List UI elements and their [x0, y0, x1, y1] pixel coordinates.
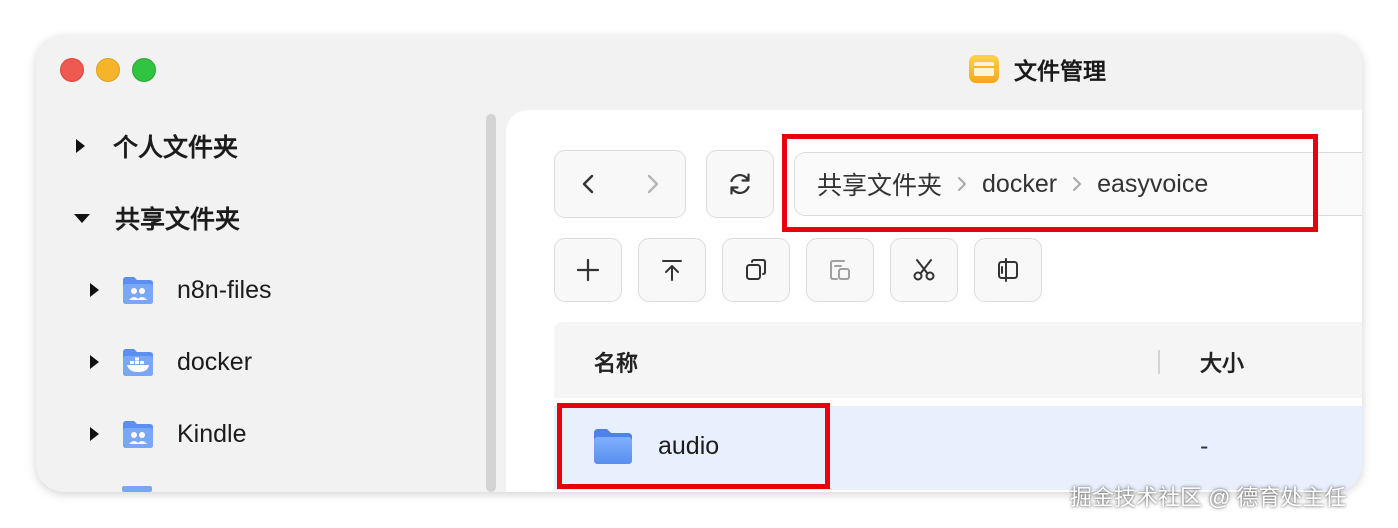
- paste-icon: [830, 260, 850, 280]
- chevron-right-icon: [647, 174, 658, 194]
- file-manager-app-icon: [969, 55, 999, 83]
- window-title: 文件管理: [968, 53, 1106, 85]
- shared-folder-icon: [123, 421, 153, 448]
- paste-button[interactable]: [806, 238, 874, 302]
- sidebar-scrollbar[interactable]: [486, 114, 496, 492]
- add-icon: [576, 258, 600, 282]
- sidebar-item-label: 共享文件夹: [115, 206, 241, 234]
- table-row[interactable]: audio -: [554, 406, 1362, 490]
- breadcrumb-separator-icon: [942, 175, 982, 193]
- file-size: -: [1200, 432, 1209, 460]
- file-name[interactable]: audio: [658, 432, 719, 461]
- copy-button[interactable]: [722, 238, 790, 302]
- cut-button[interactable]: [890, 238, 958, 302]
- refresh-button[interactable]: [706, 150, 774, 218]
- sidebar-item-personal[interactable]: 个人文件夹: [76, 126, 238, 166]
- minimize-window-button[interactable]: [96, 58, 120, 82]
- file-manager-window: 文件管理 个人文件夹 共享文件夹 n8n-files docker Kindle…: [36, 36, 1362, 492]
- maximize-window-button[interactable]: [132, 58, 156, 82]
- breadcrumb-item[interactable]: docker: [982, 170, 1057, 199]
- upload-icon: [662, 260, 682, 281]
- breadcrumb-item[interactable]: 共享文件夹: [817, 166, 942, 202]
- sidebar-item-label: docker: [177, 347, 253, 376]
- breadcrumb-separator-icon: [1057, 175, 1097, 193]
- main-panel: 共享文件夹 docker easyvoice 名称 大小 audio -: [506, 110, 1362, 492]
- new-button[interactable]: [554, 238, 622, 302]
- sidebar-item-label: Kindle: [177, 419, 247, 448]
- move-icon: [998, 258, 1018, 282]
- back-button[interactable]: [555, 151, 620, 217]
- shared-folder-icon: [123, 277, 153, 304]
- move-button[interactable]: [974, 238, 1042, 302]
- chevron-left-icon: [582, 174, 593, 194]
- sidebar-item-docker[interactable]: docker: [90, 342, 252, 382]
- expand-caret-icon[interactable]: [90, 355, 99, 369]
- watermark-text: 掘金技术社区 @ 德育处主任: [1070, 485, 1347, 510]
- sidebar-item-n8n-files[interactable]: n8n-files: [90, 270, 272, 310]
- collapse-caret-icon[interactable]: [74, 213, 90, 223]
- expand-caret-icon[interactable]: [90, 283, 99, 297]
- upload-button[interactable]: [638, 238, 706, 302]
- sidebar-item-label: 个人文件夹: [113, 134, 239, 162]
- file-table-header: 名称 大小: [554, 322, 1362, 398]
- docker-folder-icon: [123, 349, 153, 376]
- forward-button[interactable]: [620, 151, 685, 217]
- close-window-button[interactable]: [60, 58, 84, 82]
- expand-caret-icon[interactable]: [76, 139, 85, 153]
- column-resize-handle[interactable]: [1158, 350, 1160, 374]
- sidebar-item-shared[interactable]: 共享文件夹: [74, 198, 240, 238]
- refresh-icon: [730, 173, 750, 195]
- breadcrumb-item-current[interactable]: easyvoice: [1097, 170, 1208, 199]
- column-header-size[interactable]: 大小: [1200, 346, 1244, 378]
- copy-icon: [746, 259, 766, 280]
- breadcrumb: 共享文件夹 docker easyvoice: [794, 152, 1362, 216]
- sidebar: 个人文件夹 共享文件夹 n8n-files docker Kindle: [36, 108, 484, 492]
- shared-folder-icon-partial: [122, 486, 152, 492]
- nav-button-group: [554, 150, 686, 218]
- expand-caret-icon[interactable]: [90, 427, 99, 441]
- folder-icon: [594, 429, 632, 464]
- window-title-text: 文件管理: [1014, 58, 1106, 84]
- cut-icon: [913, 259, 935, 281]
- column-header-name[interactable]: 名称: [594, 346, 638, 378]
- sidebar-item-label: n8n-files: [177, 275, 272, 304]
- sidebar-item-kindle[interactable]: Kindle: [90, 414, 247, 454]
